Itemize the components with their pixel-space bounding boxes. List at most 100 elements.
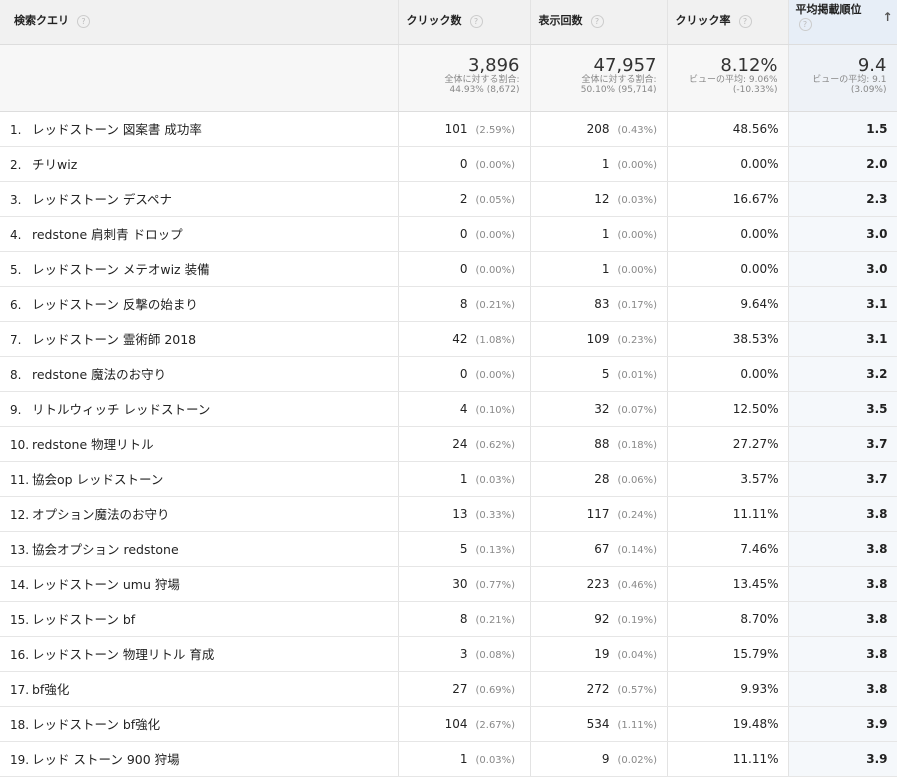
query-link[interactable]: レッドストーン メテオwiz 装備 [32, 262, 210, 277]
query-link[interactable]: レッドストーン umu 狩場 [32, 577, 180, 592]
row-number: 8. [10, 368, 22, 382]
column-header-ctr[interactable]: クリック率? [667, 0, 789, 45]
position-cell: 3.8 [788, 566, 897, 602]
query-link[interactable]: レッド ストーン 900 狩場 [32, 752, 180, 767]
table-row[interactable]: 4. redstone 肩刺青 ドロップ 0 (0.00%) 1 (0.00%) 0.00%… [0, 216, 897, 252]
query-link[interactable]: リトルウィッチ レッドストーン [32, 402, 210, 417]
table-row[interactable]: 3. レッドストーン デスペナ 2 (0.05%) 12 (0.03%) 16.67% 2.3 [0, 181, 897, 217]
table-row[interactable]: 7. レッドストーン 霊術師 2018 42 (1.08%) 109 (0.23%) 38.… [0, 321, 897, 357]
query-cell: 11. 協会op レッドストーン [0, 461, 399, 497]
ctr-cell: 9.93% [667, 671, 789, 707]
clicks-cell: 30 (0.77%) [398, 566, 531, 602]
clicks-share: (0.33%) [475, 510, 516, 521]
query-link[interactable]: レッドストーン 反撃の始まり [32, 297, 198, 312]
clicks-share: (0.00%) [475, 265, 516, 276]
totals-impressions-value: 47,957 [593, 54, 657, 76]
row-number: 19. [10, 753, 30, 767]
table-row[interactable]: 10. redstone 物理リトル 24 (0.62%) 88 (0.18%) 27.27… [0, 426, 897, 462]
query-link[interactable]: チリwiz [32, 157, 77, 172]
query-link[interactable]: 協会オプション redstone [32, 542, 179, 557]
clicks-value: 0 [459, 157, 468, 171]
clicks-share: (0.00%) [475, 160, 516, 171]
totals-clicks: 3,896 全体に対する割合: 44.93% (8,672) [398, 44, 531, 112]
table-row[interactable]: 15. レッドストーン bf 8 (0.21%) 92 (0.19%) 8.70% 3.8 [0, 601, 897, 637]
table-row[interactable]: 12. オプション魔法のお守り 13 (0.33%) 117 (0.24%) 11.11% 3… [0, 496, 897, 532]
totals-position-note: ビューの平均: 9.1 [812, 74, 887, 85]
query-link[interactable]: redstone 魔法のお守り [32, 367, 166, 382]
query-link[interactable]: レッドストーン デスペナ [32, 192, 172, 207]
clicks-share: (0.08%) [475, 650, 516, 661]
totals-row: 3,896 全体に対する割合: 44.93% (8,672) 47,957 全体… [0, 44, 897, 112]
table-row[interactable]: 6. レッドストーン 反撃の始まり 8 (0.21%) 83 (0.17%) 9.64% 3.… [0, 286, 897, 322]
help-icon[interactable]: ? [469, 14, 483, 28]
column-header-ctr-label: クリック率 [675, 14, 731, 27]
help-icon[interactable]: ? [798, 18, 812, 31]
table-row[interactable]: 18. レッドストーン bf強化 104 (2.67%) 534 (1.11%) 19.48… [0, 706, 897, 742]
clicks-share: (0.69%) [475, 685, 516, 696]
query-link[interactable]: レッドストーン bf強化 [32, 717, 160, 732]
impressions-value: 1 [601, 262, 610, 276]
query-link[interactable]: bf強化 [32, 682, 69, 697]
impressions-value: 83 [594, 297, 610, 311]
impressions-share: (0.03%) [617, 195, 658, 206]
help-icon[interactable]: ? [77, 14, 90, 28]
table-row[interactable]: 14. レッドストーン umu 狩場 30 (0.77%) 223 (0.46%) 13.4… [0, 566, 897, 602]
search-query-table: 検索クエリ? クリック数? 表示回数? クリック率? 平均掲載順位? ↑ 3,8… [0, 0, 897, 777]
clicks-cell: 101 (2.59%) [398, 111, 531, 147]
row-number: 1. [10, 123, 22, 137]
ctr-cell: 11.11% [667, 741, 789, 777]
clicks-value: 2 [459, 192, 468, 206]
ctr-cell: 0.00% [667, 356, 789, 392]
sort-ascending-icon[interactable]: ↑ [882, 10, 892, 24]
column-header-clicks[interactable]: クリック数? [398, 0, 531, 45]
impressions-cell: 88 (0.18%) [530, 426, 668, 462]
table-row[interactable]: 13. 協会オプション redstone 5 (0.13%) 67 (0.14%) 7.46… [0, 531, 897, 567]
table-row[interactable]: 8. redstone 魔法のお守り 0 (0.00%) 5 (0.01%) 0.00% 3.… [0, 356, 897, 392]
clicks-share: (0.21%) [475, 300, 516, 311]
help-icon[interactable]: ? [738, 14, 752, 28]
help-icon[interactable]: ? [590, 14, 604, 28]
table-row[interactable]: 19. レッド ストーン 900 狩場 1 (0.03%) 9 (0.02%) 11.11%… [0, 741, 897, 777]
table-row[interactable]: 11. 協会op レッドストーン 1 (0.03%) 28 (0.06%) 3.57% 3.7 [0, 461, 897, 497]
impressions-share: (0.00%) [617, 160, 658, 171]
query-link[interactable]: レッドストーン bf [32, 612, 135, 627]
table-row[interactable]: 5. レッドストーン メテオwiz 装備 0 (0.00%) 1 (0.00%) 0.00%… [0, 251, 897, 287]
ctr-cell: 9.64% [667, 286, 789, 322]
impressions-value: 208 [586, 122, 610, 136]
clicks-share: (0.00%) [475, 370, 516, 381]
query-link[interactable]: レッドストーン 物理リトル 育成 [32, 647, 214, 662]
column-header-impressions[interactable]: 表示回数? [530, 0, 668, 45]
impressions-value: 28 [594, 472, 610, 486]
query-link[interactable]: redstone 肩刺青 ドロップ [32, 227, 183, 242]
row-number: 5. [10, 263, 22, 277]
impressions-cell: 12 (0.03%) [530, 181, 668, 217]
query-link[interactable]: オプション魔法のお守り [32, 507, 170, 522]
impressions-share: (0.24%) [617, 510, 658, 521]
ctr-cell: 7.46% [667, 531, 789, 567]
table-row[interactable]: 16. レッドストーン 物理リトル 育成 3 (0.08%) 19 (0.04%) 15.7… [0, 636, 897, 672]
column-header-position[interactable]: 平均掲載順位? ↑ [788, 0, 897, 45]
clicks-share: (0.05%) [475, 195, 516, 206]
table-row[interactable]: 2. チリwiz 0 (0.00%) 1 (0.00%) 0.00% 2.0 [0, 146, 897, 182]
query-link[interactable]: 協会op レッドストーン [32, 472, 163, 487]
query-link[interactable]: レッドストーン 図案書 成功率 [32, 122, 202, 137]
table-row[interactable]: 9. リトルウィッチ レッドストーン 4 (0.10%) 32 (0.07%) 12.50%… [0, 391, 897, 427]
clicks-value: 0 [459, 262, 468, 276]
table-row[interactable]: 17. bf強化 27 (0.69%) 272 (0.57%) 9.93% 3.8 [0, 671, 897, 707]
impressions-share: (0.04%) [617, 650, 658, 661]
query-link[interactable]: レッドストーン 霊術師 2018 [32, 332, 196, 347]
clicks-share: (2.67%) [475, 720, 516, 731]
ctr-cell: 8.70% [667, 601, 789, 637]
clicks-share: (0.03%) [475, 475, 516, 486]
totals-impressions: 47,957 全体に対する割合: 50.10% (95,714) [530, 44, 668, 112]
clicks-value: 27 [452, 682, 468, 696]
query-cell: 15. レッドストーン bf [0, 601, 399, 637]
impressions-cell: 9 (0.02%) [530, 741, 668, 777]
impressions-share: (0.43%) [617, 125, 658, 136]
table-row[interactable]: 1. レッドストーン 図案書 成功率 101 (2.59%) 208 (0.43%) 48.… [0, 111, 897, 147]
row-number: 17. [10, 683, 30, 697]
position-cell: 3.0 [788, 251, 897, 287]
query-link[interactable]: redstone 物理リトル [32, 437, 154, 452]
row-number: 12. [10, 508, 30, 522]
column-header-query[interactable]: 検索クエリ? [0, 0, 399, 45]
